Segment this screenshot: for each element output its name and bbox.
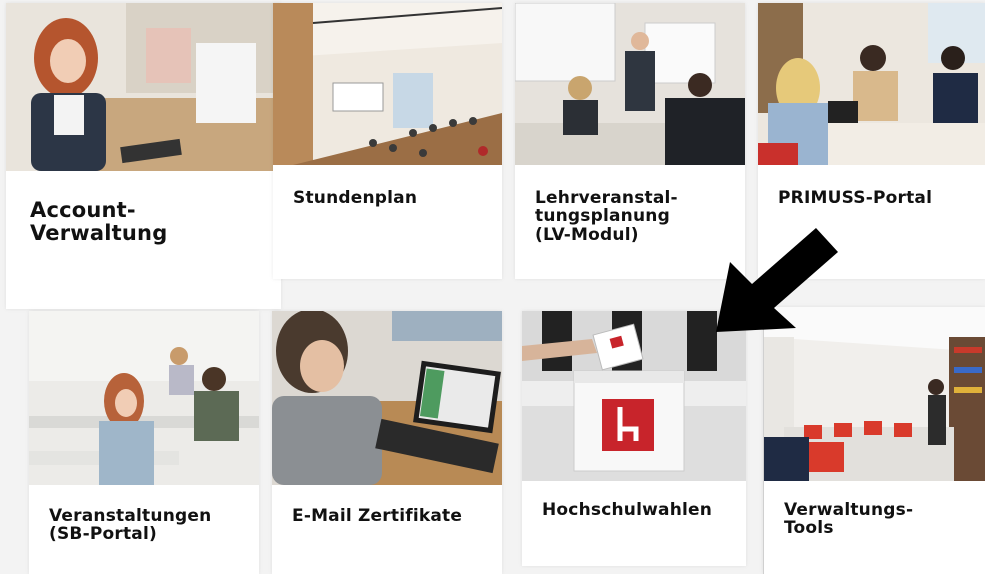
tile-photo-lecture-hall [273, 3, 502, 165]
tile-stundenplan[interactable]: Stundenplan [273, 3, 502, 279]
tile-title: Lehrveranstal- tungsplanung (LV-Modul) [535, 188, 678, 245]
tile-title: Veranstaltungen (SB-Portal) [49, 506, 212, 545]
tile-hochschulwahlen[interactable]: Hochschulwahlen [522, 311, 746, 566]
tile-title: E-Mail Zertifikate [292, 506, 463, 526]
pointing-arrow-icon [712, 224, 842, 336]
tile-title: Account- Verwaltung [30, 198, 168, 245]
tile-photo-students-at-library-table [758, 3, 985, 165]
tile-title: Hochschulwahlen [542, 500, 713, 520]
tile-photo-woman-at-computer [6, 3, 281, 171]
tile-photo-teacher-at-whiteboard [515, 3, 745, 165]
tile-title: PRIMUSS-Portal [778, 188, 933, 208]
tile-account-verwaltung[interactable]: Account- Verwaltung [6, 3, 281, 309]
tile-email-zertifikate[interactable]: E-Mail Zertifikate [272, 311, 502, 574]
tile-photo-ballot-box [522, 311, 746, 481]
tile-verwaltungs-tools[interactable]: Verwaltungs- Tools [763, 307, 985, 574]
tile-photo-person-using-laptop [272, 311, 502, 485]
tile-veranstaltungen[interactable]: Veranstaltungen (SB-Portal) [29, 311, 259, 574]
tile-lehrveranstaltungsplanung[interactable]: Lehrveranstal- tungsplanung (LV-Modul) [515, 3, 745, 279]
tile-title: Verwaltungs- Tools [784, 500, 914, 539]
tile-title: Stundenplan [293, 188, 418, 208]
tile-photo-students-taking-exam [29, 311, 259, 485]
